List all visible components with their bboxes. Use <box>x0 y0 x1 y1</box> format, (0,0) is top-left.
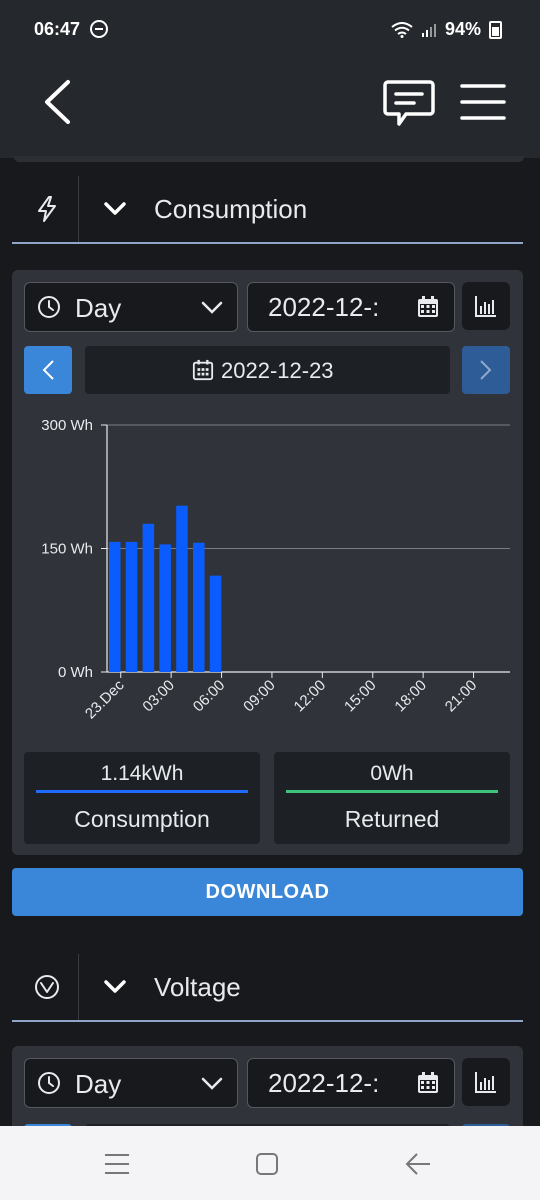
returned-legend-bar <box>286 790 498 793</box>
calendar-icon <box>192 359 214 381</box>
app-header <box>0 44 540 162</box>
signal-icon <box>421 23 436 37</box>
current-date-text: 2022-12-23 <box>221 358 334 383</box>
chart-bar <box>142 523 155 672</box>
previous-panel-edge <box>14 156 524 162</box>
section-divider <box>78 176 79 242</box>
chevron-right-icon <box>480 360 492 380</box>
battery-icon <box>489 20 502 39</box>
y-tick-label: 150 Wh <box>41 541 93 558</box>
recent-apps-icon[interactable] <box>104 1152 130 1176</box>
x-tick-label: 09:00 <box>240 677 279 716</box>
consumption-chart: 0 Wh 150 Wh 300 Wh 23.Dec 03:00 06:00 09:00 12:… <box>41 417 510 722</box>
consumption-section-header[interactable]: Consumption <box>12 176 523 244</box>
system-back-icon[interactable] <box>405 1152 431 1176</box>
returned-label: Returned <box>344 806 440 832</box>
current-date-display[interactable]: 2022-12-23 <box>85 346 450 394</box>
y-tick-label: 300 Wh <box>41 417 93 434</box>
chevron-down-icon <box>201 1077 223 1090</box>
chat-icon[interactable] <box>382 78 436 128</box>
chevron-down-icon[interactable] <box>104 980 126 994</box>
x-tick-label: 18:00 <box>391 677 430 716</box>
period-value: Day <box>75 293 122 323</box>
calendar-icon[interactable] <box>416 295 440 319</box>
period-select[interactable]: Day <box>24 282 238 332</box>
x-tick-label: 03:00 <box>139 677 178 716</box>
period-value: Day <box>75 1069 122 1099</box>
voltage-section-header[interactable]: Voltage <box>12 954 523 1022</box>
bar-chart-icon <box>475 1072 496 1093</box>
chevron-down-icon <box>201 301 223 314</box>
voltage-icon <box>35 975 59 999</box>
date-input-value: 2022-12-: <box>268 1068 380 1098</box>
chart-bar <box>159 544 171 672</box>
consumption-label: Consumption <box>74 806 210 832</box>
next-day-button[interactable] <box>462 346 510 394</box>
x-tick-label: 23.Dec <box>82 676 128 722</box>
chevron-left-icon <box>42 360 54 380</box>
chart-bar <box>193 542 205 672</box>
chart-bar <box>209 575 222 672</box>
status-bar: 06:47 94% <box>0 0 540 44</box>
clock-icon <box>38 1072 60 1094</box>
wifi-icon <box>391 21 413 38</box>
x-tick-label: 12:00 <box>291 677 330 716</box>
chart-type-button[interactable] <box>462 282 510 330</box>
consumption-panel: Day 2022-12-: 2022-12-23 0 Wh 150 Wh 300… <box>12 270 523 855</box>
returned-stat: 0Wh Returned <box>274 752 510 844</box>
lightning-icon <box>38 196 56 222</box>
dnd-icon <box>90 20 108 38</box>
calendar-icon[interactable] <box>416 1071 440 1095</box>
battery-percent: 94% <box>444 19 481 39</box>
x-tick-label: 15:00 <box>341 677 380 716</box>
chart-bar <box>176 505 188 672</box>
home-icon[interactable] <box>255 1152 279 1176</box>
back-icon[interactable] <box>38 79 78 125</box>
section-title: Consumption <box>154 194 308 224</box>
bar-chart-icon <box>475 296 496 317</box>
system-nav-bar <box>0 1126 540 1200</box>
section-divider <box>78 954 79 1020</box>
y-tick-label: 0 Wh <box>58 664 93 681</box>
status-time: 06:47 <box>34 19 81 39</box>
date-input[interactable]: 2022-12-: <box>247 1058 455 1108</box>
consumption-total: 1.14kWh <box>100 762 184 785</box>
chart-type-button[interactable] <box>462 1058 510 1106</box>
menu-icon[interactable] <box>460 82 506 122</box>
consumption-stat: 1.14kWh Consumption <box>24 752 260 844</box>
previous-day-button[interactable] <box>24 346 72 394</box>
chevron-down-icon[interactable] <box>104 202 126 216</box>
consumption-legend-bar <box>36 790 248 793</box>
x-tick-label: 06:00 <box>190 677 229 716</box>
returned-total: 0Wh <box>370 762 414 785</box>
x-tick-label: 21:00 <box>442 677 481 716</box>
clock-icon <box>38 296 60 318</box>
download-button[interactable]: DOWNLOAD <box>12 868 523 916</box>
chart-bar <box>125 541 138 672</box>
date-input[interactable]: 2022-12-: <box>247 282 455 332</box>
date-input-value: 2022-12-: <box>268 292 380 322</box>
chart-bar <box>109 541 121 672</box>
period-select[interactable]: Day <box>24 1058 238 1108</box>
section-title: Voltage <box>154 972 241 1002</box>
